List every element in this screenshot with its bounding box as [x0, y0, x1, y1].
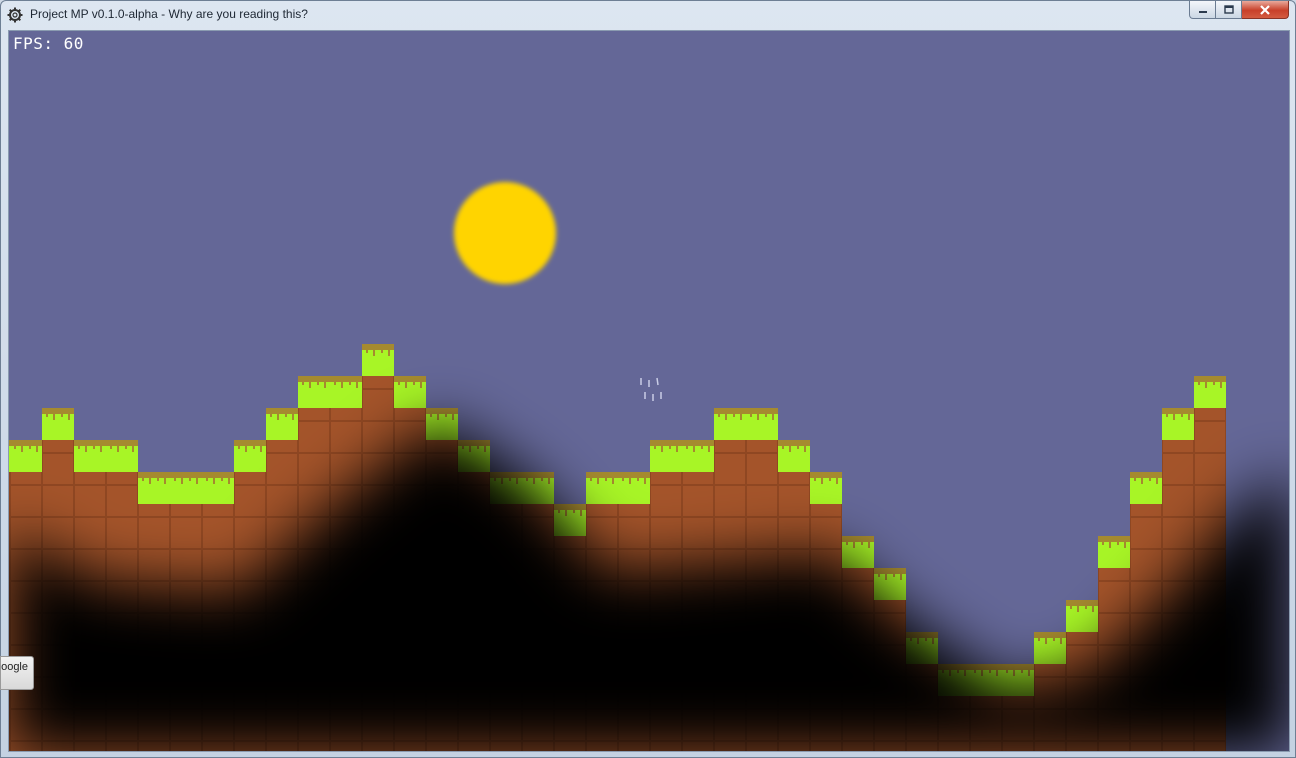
grass-tile [9, 440, 10, 472]
tooltip-text: oogle [1, 661, 28, 673]
grass-tile [10, 440, 42, 472]
grass-tile [330, 376, 362, 408]
grass-tile [1066, 600, 1098, 632]
grass-tile [586, 472, 618, 504]
grass-tile [74, 440, 106, 472]
minimize-button[interactable] [1189, 1, 1216, 19]
minimize-icon [1198, 10, 1207, 13]
close-icon [1260, 4, 1270, 15]
grass-tile [810, 472, 842, 504]
window-title: Project MP v0.1.0-alpha - Why are you re… [30, 7, 308, 21]
grass-tile [106, 440, 138, 472]
sun [454, 182, 556, 284]
grass-tile [1130, 472, 1162, 504]
grass-tile [234, 440, 266, 472]
title-bar[interactable]: Project MP v0.1.0-alpha - Why are you re… [1, 1, 1295, 29]
grass-tile [170, 472, 202, 504]
grass-tile [138, 472, 170, 504]
grass-tile [362, 344, 394, 376]
grass-tile [202, 472, 234, 504]
grass-tile [298, 376, 330, 408]
grass-tile [618, 472, 650, 504]
taskbar-tooltip: oogle [0, 656, 34, 690]
close-button[interactable] [1242, 1, 1289, 19]
game-window: Project MP v0.1.0-alpha - Why are you re… [0, 0, 1296, 758]
grass-tile [42, 408, 74, 440]
grass-tile [1194, 376, 1226, 408]
grass-tile [266, 408, 298, 440]
grass-tile [1034, 632, 1066, 664]
grass-tile [746, 408, 778, 440]
window-controls [1189, 1, 1289, 20]
fps-counter: FPS: 60 [13, 34, 84, 53]
grass-tile [394, 376, 426, 408]
grass-tile [1162, 408, 1194, 440]
grass-tile [842, 536, 874, 568]
maximize-icon [1223, 5, 1234, 14]
maximize-button[interactable] [1216, 1, 1242, 19]
game-viewport[interactable]: FPS: 60 [8, 30, 1290, 752]
game-scene [9, 31, 1289, 751]
grass-tile [1098, 536, 1130, 568]
grass-tile [650, 440, 682, 472]
grass-tile [778, 440, 810, 472]
grass-tile [714, 408, 746, 440]
gear-icon[interactable] [7, 7, 23, 23]
grass-tile [682, 440, 714, 472]
